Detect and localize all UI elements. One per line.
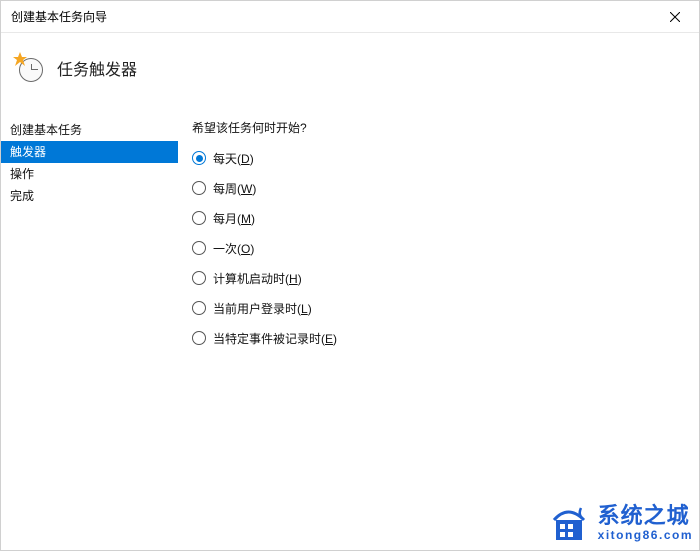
sidebar: 创建基本任务 触发器 操作 完成 [1, 103, 178, 550]
radio-event[interactable]: 当特定事件被记录时(E) [192, 328, 699, 348]
radio-label: 每周(W) [213, 180, 256, 197]
radio-monthly[interactable]: 每月(M) [192, 208, 699, 228]
page-title: 任务触发器 [57, 56, 137, 80]
radio-indicator-icon [192, 181, 206, 195]
window-title: 创建基本任务向导 [11, 8, 107, 25]
clock-wizard-icon [15, 54, 43, 82]
sidebar-item-trigger[interactable]: 触发器 [1, 141, 178, 163]
radio-startup[interactable]: 计算机启动时(H) [192, 268, 699, 288]
sidebar-item-action[interactable]: 操作 [1, 163, 178, 185]
radio-indicator-icon [192, 331, 206, 345]
radio-label: 每天(D) [213, 150, 254, 167]
watermark-logo-icon [548, 502, 590, 544]
radio-daily[interactable]: 每天(D) [192, 148, 699, 168]
radio-label: 当前用户登录时(L) [213, 300, 312, 317]
content: 创建基本任务 触发器 操作 完成 希望该任务何时开始? 每天(D) 每周(W) … [1, 103, 699, 550]
titlebar: 创建基本任务向导 [1, 1, 699, 33]
watermark-url: xitong86.com [598, 529, 693, 542]
radio-indicator-icon [192, 151, 206, 165]
sidebar-item-create-task[interactable]: 创建基本任务 [1, 119, 178, 141]
watermark: 系统之城 xitong86.com [548, 502, 693, 544]
question-label: 希望该任务何时开始? [192, 119, 699, 136]
watermark-name: 系统之城 [598, 504, 693, 528]
watermark-text: 系统之城 xitong86.com [598, 504, 693, 541]
close-button[interactable] [653, 2, 697, 32]
radio-indicator-icon [192, 271, 206, 285]
radio-label: 计算机启动时(H) [213, 270, 302, 287]
sidebar-item-finish[interactable]: 完成 [1, 185, 178, 207]
radio-indicator-icon [192, 241, 206, 255]
radio-label: 当特定事件被记录时(E) [213, 330, 337, 347]
radio-weekly[interactable]: 每周(W) [192, 178, 699, 198]
trigger-radio-group: 每天(D) 每周(W) 每月(M) 一次(O) 计算机启动时(H) [192, 148, 699, 348]
close-icon [670, 12, 680, 22]
header: 任务触发器 [1, 33, 699, 103]
wizard-window: 创建基本任务向导 任务触发器 创建基本任务 触发器 操作 完成 希望该任务何时 [0, 0, 700, 551]
radio-label: 每月(M) [213, 210, 255, 227]
radio-label: 一次(O) [213, 240, 254, 257]
radio-once[interactable]: 一次(O) [192, 238, 699, 258]
radio-indicator-icon [192, 301, 206, 315]
radio-indicator-icon [192, 211, 206, 225]
radio-logon[interactable]: 当前用户登录时(L) [192, 298, 699, 318]
main-panel: 希望该任务何时开始? 每天(D) 每周(W) 每月(M) 一次(O) [178, 103, 699, 550]
